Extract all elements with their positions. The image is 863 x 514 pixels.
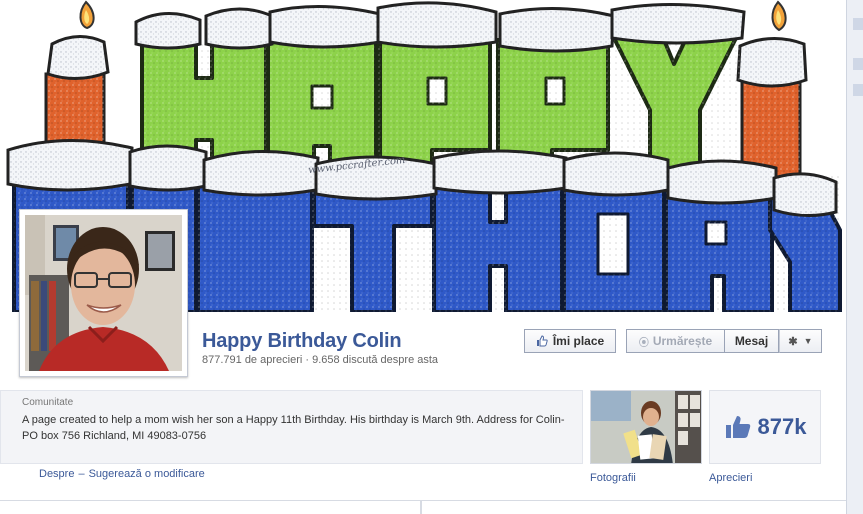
follow-button[interactable]: ⦿ Urmărește xyxy=(626,329,724,353)
likes-tile-label[interactable]: Aprecieri xyxy=(709,472,752,484)
divider xyxy=(0,500,846,501)
profile-picture[interactable] xyxy=(19,209,188,377)
candle-left xyxy=(44,0,110,146)
settings-dropdown-button[interactable]: ✱ ▼ xyxy=(779,329,822,353)
about-link[interactable]: Despre xyxy=(39,468,74,480)
photos-tile[interactable] xyxy=(590,390,702,464)
scrollbar[interactable] xyxy=(846,0,863,514)
likes-count: 877k xyxy=(757,414,807,439)
photos-thumbnail xyxy=(591,391,701,463)
thumbs-up-icon xyxy=(536,335,548,347)
happy-snowcaps xyxy=(134,1,746,53)
page-title[interactable]: Happy Birthday Colin xyxy=(202,330,402,353)
follow-button-label: Urmărește xyxy=(652,334,713,348)
about-text: A page created to help a mom wish her so… xyxy=(22,414,565,442)
profile-photo xyxy=(25,215,182,371)
divider xyxy=(420,501,422,514)
rss-icon: ⦿ xyxy=(638,337,649,349)
like-button[interactable]: Îmi place xyxy=(524,329,616,353)
suggest-edit-link[interactable]: Sugerează o modificare xyxy=(89,468,205,480)
scroll-marker xyxy=(853,18,863,30)
link-separator: – xyxy=(78,468,85,480)
about-links: Despre – Sugerează o modificare xyxy=(39,468,205,480)
chevron-down-icon: ▼ xyxy=(803,336,813,346)
scroll-marker xyxy=(853,58,863,70)
message-button-label: Mesaj xyxy=(734,334,769,348)
thumbs-up-icon xyxy=(725,416,750,438)
photos-tile-label[interactable]: Fotografii xyxy=(590,472,636,484)
message-button[interactable]: Mesaj xyxy=(724,329,779,353)
page-stats: 877.791 de aprecieri · 9.658 discută des… xyxy=(202,354,439,366)
page-category: Comunitate xyxy=(22,397,74,408)
scroll-marker xyxy=(853,84,863,96)
gear-icon: ✱ xyxy=(788,335,798,348)
likes-tile[interactable]: 877k xyxy=(709,390,821,464)
like-button-label: Îmi place xyxy=(552,334,605,348)
page-content: www.pccrafter.com Happy Birthday Colin 8… xyxy=(0,0,846,514)
